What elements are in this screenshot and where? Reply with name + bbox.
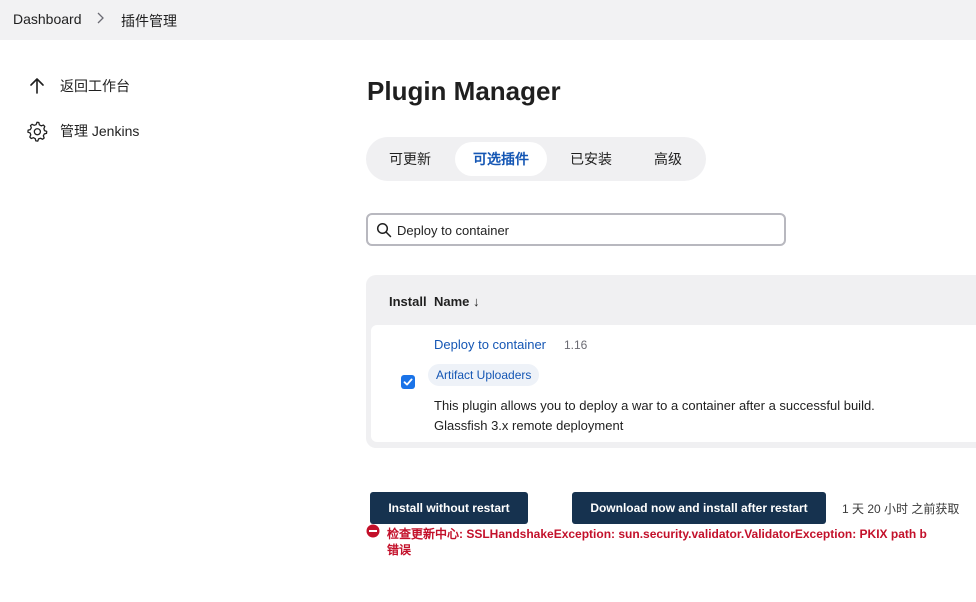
install-checkbox[interactable] xyxy=(401,375,415,389)
sidebar-item-label: 返回工作台 xyxy=(60,78,130,94)
table-row: Deploy to container 1.16 Artifact Upload… xyxy=(371,325,976,442)
sidebar-item-label: 管理 Jenkins xyxy=(60,123,140,139)
tab-bar: 可更新 可选插件 已安装 高级 xyxy=(366,137,706,181)
sidebar-item-manage-jenkins[interactable]: 管理 Jenkins xyxy=(26,118,139,144)
install-without-restart-button[interactable]: Install without restart xyxy=(370,492,528,524)
plugin-description-line: This plugin allows you to deploy a war t… xyxy=(434,398,875,413)
tab-available-plugins[interactable]: 可选插件 xyxy=(455,142,547,176)
plugin-description: This plugin allows you to deploy a war t… xyxy=(434,396,875,436)
plugin-version: 1.16 xyxy=(564,338,588,352)
search-box xyxy=(366,213,786,246)
tab-installed[interactable]: 已安装 xyxy=(556,142,626,176)
sidebar-item-back-to-dashboard[interactable]: 返回工作台 xyxy=(26,73,130,99)
plugin-description-line: Glassfish 3.x remote deployment xyxy=(434,418,624,433)
tab-advanced[interactable]: 高级 xyxy=(634,142,702,176)
column-header-name[interactable]: Name ↓ xyxy=(434,294,480,309)
last-updated-text: 1 天 20 小时 之前获取 xyxy=(842,502,960,516)
plugin-name-link[interactable]: Deploy to container xyxy=(434,337,546,352)
error-message-continued: 错误 xyxy=(387,543,412,557)
error-message: 检查更新中心: SSLHandshakeException: sun.secur… xyxy=(387,527,927,541)
error-icon xyxy=(366,524,380,538)
tab-updates[interactable]: 可更新 xyxy=(374,142,446,176)
breadcrumb-dashboard[interactable]: Dashboard xyxy=(13,11,82,27)
plugin-category-tag[interactable]: Artifact Uploaders xyxy=(428,364,540,386)
plugin-table: Install Name ↓ Deploy to container 1.16 … xyxy=(366,275,976,448)
gear-icon xyxy=(26,120,48,142)
checkmark-icon xyxy=(403,378,413,386)
download-install-after-restart-button[interactable]: Download now and install after restart xyxy=(572,492,826,524)
search-input[interactable] xyxy=(397,220,777,240)
breadcrumb-current: 插件管理 xyxy=(121,13,177,29)
search-icon xyxy=(376,222,392,238)
column-header-install: Install xyxy=(389,294,427,309)
chevron-right-icon xyxy=(97,12,104,24)
breadcrumb: Dashboard 插件管理 xyxy=(0,0,976,40)
arrow-up-icon xyxy=(26,75,48,97)
page-title: Plugin Manager xyxy=(367,76,561,106)
